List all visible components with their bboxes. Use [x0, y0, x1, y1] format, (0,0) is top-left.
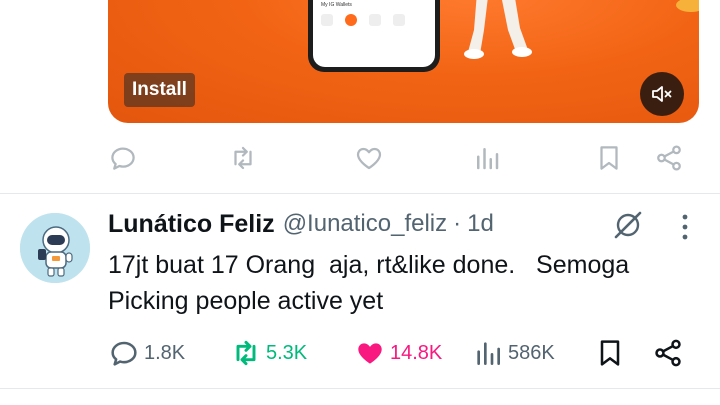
ad-phone-mockup: My IG Wallets [308, 0, 440, 72]
bookmark-button[interactable] [594, 338, 626, 368]
ad-media-card[interactable]: My IG Wallets Install [108, 0, 699, 123]
retweet-icon [234, 146, 252, 170]
ad-person-illustration [464, 0, 532, 59]
like-count: 14.8K [390, 341, 443, 364]
views-count: 586K [508, 341, 555, 364]
share-icon [655, 339, 681, 367]
timestamp[interactable]: 1d [467, 210, 494, 238]
user-handle[interactable]: @Iunatico_feliz [283, 210, 447, 238]
coin-illustration [676, 0, 699, 12]
retweet-button[interactable]: 5.3K [230, 338, 307, 368]
views-button[interactable]: 586K [472, 338, 555, 368]
reply-count: 1.8K [144, 341, 186, 364]
bookmark-icon [600, 146, 618, 170]
reply-button[interactable] [108, 143, 138, 173]
reply-icon [111, 147, 135, 170]
astronaut-avatar-icon [20, 213, 90, 283]
bookmark-icon [600, 340, 620, 366]
share-icon [657, 145, 681, 171]
retweet-icon [236, 340, 256, 366]
share-button[interactable] [654, 143, 684, 173]
tweet-divider [0, 193, 720, 194]
retweet-button[interactable] [228, 143, 258, 173]
bookmark-button[interactable] [594, 143, 624, 173]
tweet-text: 17jt buat 17 Orang aja, rt&like done. Se… [108, 251, 637, 315]
tweet-divider [0, 388, 720, 389]
retweet-count: 5.3K [266, 341, 308, 364]
like-button[interactable] [354, 143, 384, 173]
views-icon [477, 342, 500, 365]
separator-dot: · [453, 210, 462, 237]
views-icon [477, 148, 499, 170]
tweet-header: Lunático Feliz @Iunatico_feliz · 1d [108, 208, 494, 240]
reply-button[interactable]: 1.8K [108, 338, 185, 368]
tweet-action-bar: 1.8K 5.3K 14.8K 586K [108, 338, 688, 368]
grok-icon[interactable] [612, 210, 644, 240]
next-tweet-stub [0, 398, 720, 405]
display-name[interactable]: Lunático Feliz [108, 210, 275, 239]
install-button[interactable]: Install [124, 73, 195, 107]
speaker-muted-icon [652, 86, 672, 102]
ad-phone-header: My IG Wallets [321, 2, 352, 8]
like-icon [358, 343, 382, 364]
like-icon [356, 147, 382, 170]
share-button[interactable] [652, 338, 684, 368]
views-button[interactable] [472, 143, 502, 173]
like-button[interactable]: 14.8K [354, 338, 442, 368]
mute-button[interactable] [640, 72, 684, 116]
more-options-icon[interactable] [676, 212, 694, 242]
ad-action-bar [108, 143, 688, 173]
avatar[interactable] [20, 213, 90, 283]
reply-icon [111, 341, 137, 366]
